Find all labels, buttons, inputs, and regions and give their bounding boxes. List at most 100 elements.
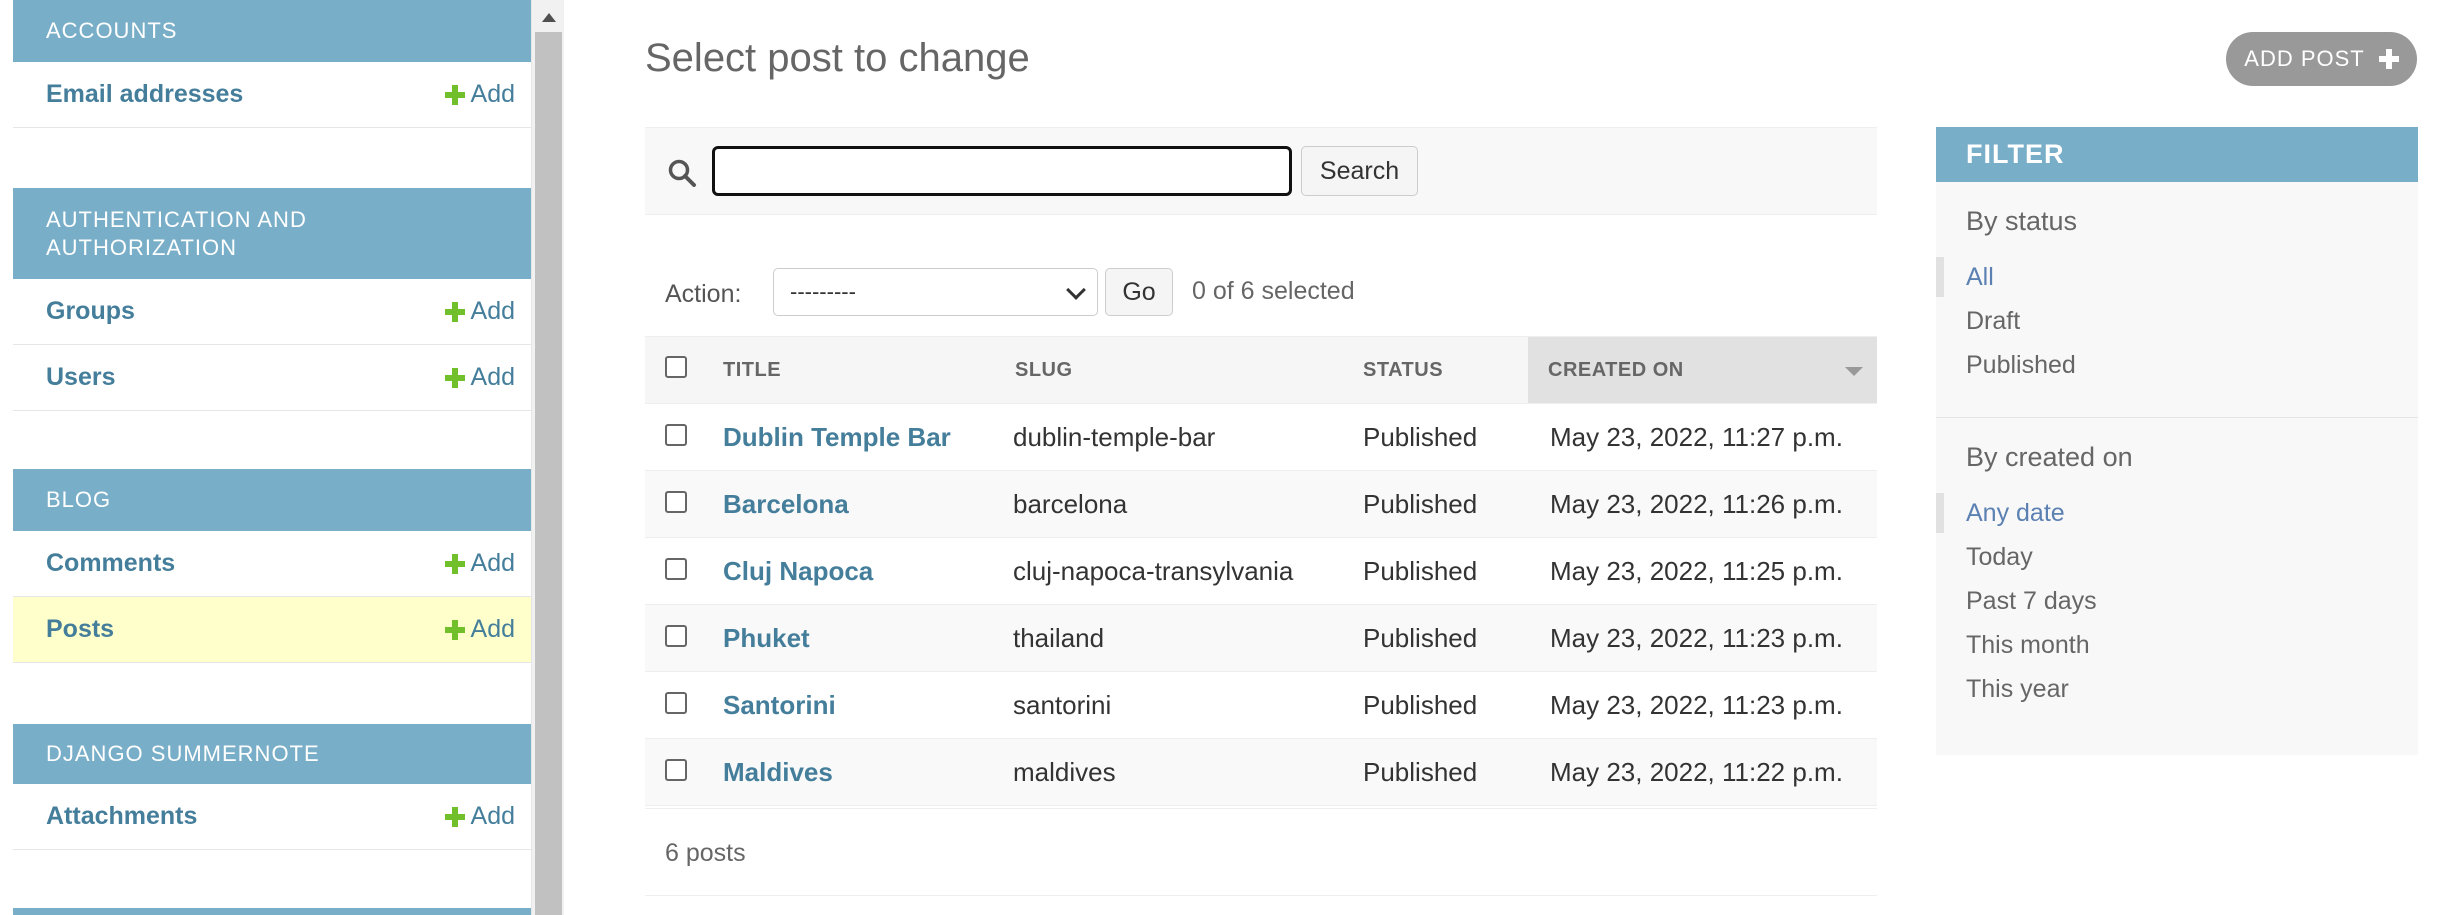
sidebar-link-email-addresses[interactable]: Email addresses [46,80,243,109]
module-caption-summernote[interactable]: DJANGO SUMMERNOTE [13,724,531,784]
module-auth: AUTHENTICATION AND AUTHORIZATION Groups … [13,188,531,411]
row-checkbox-cell [645,403,723,471]
sidebar-link-groups[interactable]: Groups [46,297,135,326]
row-checkbox[interactable] [665,624,687,647]
search-button[interactable]: Search [1301,146,1418,196]
add-label: Add [470,363,515,391]
row-checkbox[interactable] [665,691,687,714]
sidebar-item-posts: Posts Add [13,597,531,663]
cell-status: Published [1363,671,1528,739]
table-row: Phuket thailand Published May 23, 2022, 11:… [645,604,1877,672]
cell-title: Barcelona [723,470,1013,538]
row-checkbox[interactable] [665,490,687,513]
table-row: Dublin Temple Bar dublin-temple-bar Publis… [645,403,1877,471]
post-title-link[interactable]: Dublin Temple Bar [723,422,951,452]
row-checkbox[interactable] [665,423,687,446]
post-title-link[interactable]: Barcelona [723,489,849,519]
sidebar: ACCOUNTS Email addresses Add AUTHENTICAT… [0,0,564,915]
filter-option[interactable]: All [1936,255,2388,299]
plus-icon [444,806,465,827]
add-label: Add [470,297,515,325]
add-email-address-link[interactable]: Add [444,80,515,109]
filter-option[interactable]: Past 7 days [1966,579,2388,623]
result-count: 6 posts [665,839,746,867]
post-title-link[interactable]: Cluj Napoca [723,556,873,586]
add-attachment-link[interactable]: Add [444,802,515,831]
row-checkbox-cell [645,604,723,672]
plus-icon [444,84,465,105]
filter-panel: FILTER By status All Draft Published By cr… [1936,127,2418,755]
cell-title: Cluj Napoca [723,537,1013,605]
plus-icon [2378,49,2399,69]
cell-status: Published [1363,403,1528,471]
sidebar-link-comments[interactable]: Comments [46,549,175,578]
add-label: Add [470,80,515,108]
action-select-value: --------- [790,279,856,304]
cell-created-on: May 23, 2022, 11:23 p.m. [1528,671,1877,739]
sort-descending-icon[interactable] [1845,367,1863,376]
search-input[interactable] [712,146,1292,196]
sidebar-link-users[interactable]: Users [46,363,116,392]
filter-section-status: By status All Draft Published [1936,206,2418,387]
action-select[interactable]: --------- [773,268,1098,316]
module-caption-auth[interactable]: AUTHENTICATION AND AUTHORIZATION [13,188,531,279]
module-caption-label: BLOG [46,487,112,512]
column-header-title[interactable]: TITLE [723,336,1013,404]
add-post-button[interactable]: ADD POST [2226,32,2417,86]
sidebar-item-comments: Comments Add [13,531,531,597]
post-title-link[interactable]: Santorini [723,690,836,720]
table-header-row: TITLE SLUG STATUS CREATED ON [645,336,1877,404]
add-label: Add [470,802,515,830]
sidebar-scrollbar[interactable] [531,0,564,915]
add-group-link[interactable]: Add [444,297,515,326]
column-header-status[interactable]: STATUS [1363,336,1528,404]
column-header-slug[interactable]: SLUG [1013,336,1363,404]
module-caption-blog[interactable]: BLOG [13,469,531,531]
cell-created-on: May 23, 2022, 11:25 p.m. [1528,537,1877,605]
filter-option[interactable]: Today [1966,535,2388,579]
row-checkbox-cell [645,537,723,605]
table-row: Maldives maldives Published May 23, 2022, 1… [645,738,1877,806]
sidebar-link-posts[interactable]: Posts [46,615,114,644]
column-header-created-on[interactable]: CREATED ON [1528,336,1877,404]
result-list-table: TITLE SLUG STATUS CREATED ON Dublin Temp… [645,336,1877,806]
cell-created-on: May 23, 2022, 11:26 p.m. [1528,470,1877,538]
row-checkbox-cell [645,738,723,806]
cell-created-on: May 23, 2022, 11:23 p.m. [1528,604,1877,672]
table-row: Santorini santorini Published May 23, 2022,… [645,671,1877,739]
plus-icon [444,367,465,388]
scroll-up-arrow-icon[interactable] [532,6,565,28]
sidebar-link-attachments[interactable]: Attachments [46,802,197,831]
add-comment-link[interactable]: Add [444,549,515,578]
add-user-link[interactable]: Add [444,363,515,392]
chevron-down-icon [1066,280,1086,300]
cell-title: Dublin Temple Bar [723,403,1013,471]
plus-icon [444,301,465,322]
search-icon [668,159,696,187]
action-label: Action: [665,280,742,308]
table-row: Barcelona barcelona Published May 23, 2022,… [645,470,1877,538]
go-button[interactable]: Go [1105,268,1173,316]
select-all-header [645,336,723,404]
filter-option[interactable]: Draft [1966,299,2388,343]
paginator: 6 posts [645,808,1877,896]
filter-option[interactable]: This year [1966,667,2388,711]
module-caption-accounts[interactable]: ACCOUNTS [13,0,531,62]
row-checkbox[interactable] [665,758,687,781]
module-caption-label: DJANGO SUMMERNOTE [46,741,320,766]
filter-option[interactable]: Any date [1936,491,2388,535]
post-title-link[interactable]: Maldives [723,757,833,787]
filter-title: FILTER [1936,127,2418,182]
add-label: Add [470,549,515,577]
filter-option[interactable]: Published [1966,343,2388,387]
sidebar-item-attachments: Attachments Add [13,784,531,850]
add-post-link[interactable]: Add [444,615,515,644]
row-checkbox[interactable] [665,557,687,580]
scrollbar-thumb[interactable] [535,32,562,915]
post-title-link[interactable]: Phuket [723,623,810,653]
cell-slug: barcelona [1013,470,1363,538]
filter-option[interactable]: This month [1966,623,2388,667]
cell-title: Maldives [723,738,1013,806]
cell-slug: maldives [1013,738,1363,806]
select-all-checkbox[interactable] [665,356,687,378]
